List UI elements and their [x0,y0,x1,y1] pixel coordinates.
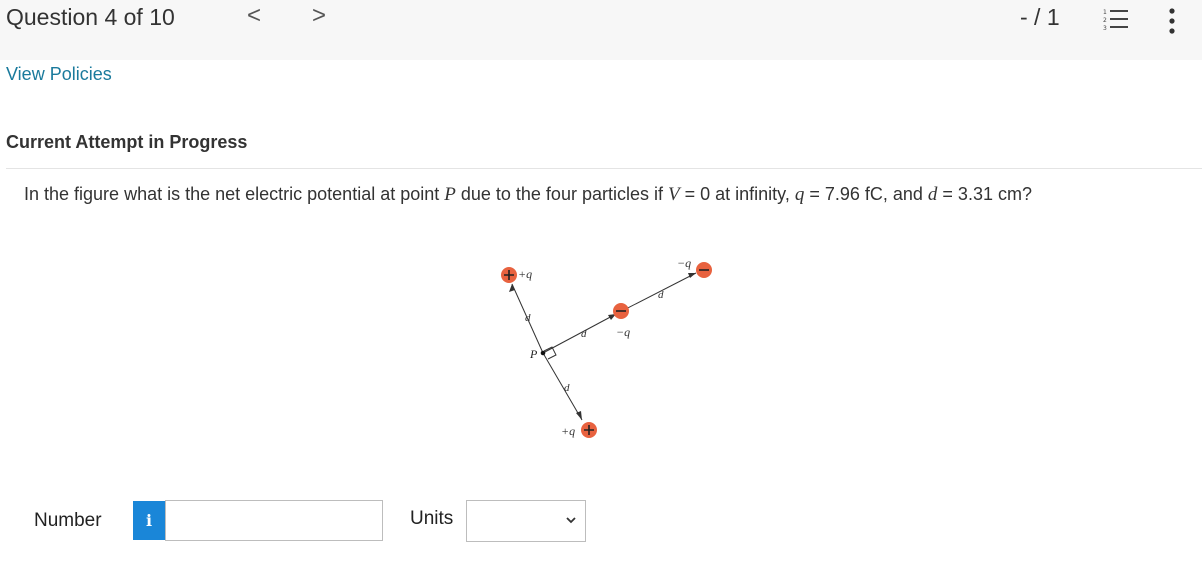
more-vertical-icon[interactable] [1167,7,1177,35]
point-p-label: P [529,347,538,361]
distance-label-mid: d [581,328,587,340]
chevron-down-icon [566,517,576,524]
charge-label-far: −q [677,256,691,270]
charge-figure: P d d d d +q +q −q −q [501,256,712,438]
top-bar: Question 4 of 10 < > - / 1 1 2 3 [0,0,1202,60]
numbered-list-icon[interactable]: 1 2 3 [1103,7,1129,31]
charge-label-mid: −q [616,325,630,339]
view-policies-link[interactable]: View Policies [6,64,112,85]
attempt-heading: Current Attempt in Progress [6,132,248,152]
line-to-mid-charge [542,313,617,354]
score-indicator: - / 1 [1020,4,1060,30]
point-p-dot [540,350,546,356]
distance-label-far: d [658,289,664,301]
arrow-bottom [576,411,582,420]
units-dropdown[interactable] [466,500,586,542]
distance-label-bottom: d [564,382,570,394]
charge-label-bottom: +q [561,424,575,438]
question-title: Question 4 of 10 [6,4,175,30]
svg-text:1: 1 [1103,9,1107,16]
svg-text:2: 2 [1103,17,1107,24]
divider [6,168,1202,169]
previous-question-button[interactable]: < [247,2,261,30]
distance-label-top: d [525,312,531,324]
units-label: Units [410,508,454,529]
charge-label-top: +q [518,267,532,281]
number-input[interactable] [165,500,383,541]
next-question-button[interactable]: > [312,2,326,30]
svg-text:3: 3 [1103,25,1107,31]
line-to-bottom-charge [542,352,583,421]
arrow-far [688,273,696,278]
number-label: Number [34,510,102,531]
question-text: In the figure what is the net electric p… [24,184,1032,205]
info-button[interactable]: i [133,501,165,540]
